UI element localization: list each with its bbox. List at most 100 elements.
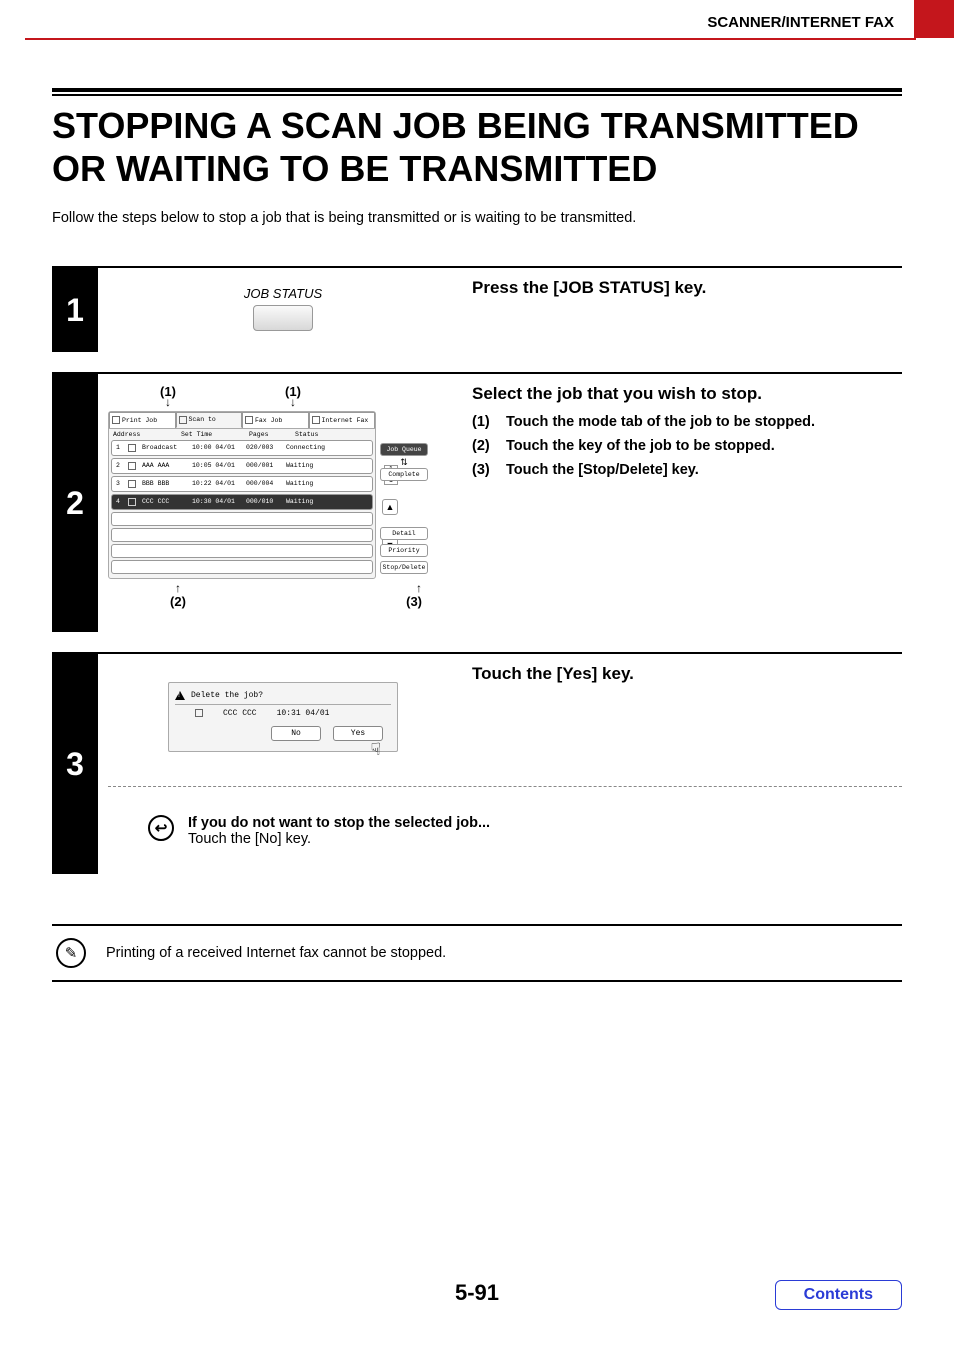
row-status: Waiting [286, 480, 313, 488]
job-row-empty [111, 528, 373, 542]
tab-label: Fax Job [255, 417, 282, 424]
job-row[interactable]: 2 AAA AAA 10:05 04/01 000/001 Waiting [111, 458, 373, 474]
step1-figure: JOB STATUS [108, 278, 458, 342]
substep-text: Touch the [Stop/Delete] key. [506, 462, 699, 478]
mail-icon [195, 709, 203, 717]
row-num: 1 [116, 444, 122, 452]
row-addr: AAA AAA [142, 462, 186, 470]
row-time: 10:30 04/01 [192, 498, 240, 506]
step-number: 2 [52, 374, 98, 632]
col-status: Status [295, 431, 318, 438]
complete-button[interactable]: Complete [380, 468, 428, 481]
job-row-empty [111, 560, 373, 574]
step3-figure: Delete the job? CCC CCC 10:31 04/01 No Y… [108, 664, 458, 762]
substep: (3) Touch the [Stop/Delete] key. [472, 462, 902, 478]
confirm-dialog: Delete the job? CCC CCC 10:31 04/01 No Y… [168, 682, 398, 752]
step1-heading: Press the [JOB STATUS] key. [472, 278, 902, 298]
job-status-key[interactable] [253, 305, 313, 331]
warning-icon [175, 691, 185, 700]
job-row[interactable]: 1 Broadcast 10:00 04/01 020/003 Connecti… [111, 440, 373, 456]
row-pages: 020/003 [246, 444, 280, 452]
step2-figure: (1) ↓ (1) ↓ Print Job Scan to Fax Job [108, 384, 458, 622]
step-number: 1 [52, 268, 98, 352]
tab-print-job[interactable]: Print Job [109, 412, 176, 428]
topic-title: STOPPING A SCAN JOB BEING TRANSMITTED OR… [52, 104, 902, 190]
chapter-title: SCANNER/INTERNET FAX [707, 14, 894, 31]
dialog-time: 10:31 04/01 [277, 709, 330, 718]
note-bold: If you do not want to stop the selected … [188, 815, 490, 831]
substep-text: Touch the mode tab of the job to be stop… [506, 414, 815, 430]
arrow-up-icon: ↑ [108, 585, 248, 592]
globe-icon [312, 416, 320, 424]
arrow-down-icon: ↓ [228, 399, 358, 406]
job-queue-button[interactable]: Job Queue [380, 443, 428, 456]
tab-label: Internet Fax [322, 417, 369, 424]
row-addr: Broadcast [142, 444, 186, 452]
tab-label: Print Job [122, 417, 157, 424]
row-num: 3 [116, 480, 122, 488]
row-addr: CCC CCC [142, 498, 186, 506]
row-status: Connecting [286, 444, 325, 452]
arrow-up-icon: ↑ [248, 585, 422, 592]
row-time: 10:00 04/01 [192, 444, 240, 452]
step-3: 3 Delete the job? CCC CCC 10:31 0 [52, 652, 902, 874]
page-number: 5-91 [455, 1280, 499, 1306]
job-status-panel: Print Job Scan to Fax Job Internet Fax A… [108, 411, 376, 579]
job-row-empty [111, 544, 373, 558]
job-row-selected[interactable]: 4 CCC CCC 10:30 04/01 000/010 Waiting [111, 494, 373, 510]
tab-fax-job[interactable]: Fax Job [242, 412, 309, 428]
accent-bar [914, 0, 954, 38]
detail-button[interactable]: Detail [380, 527, 428, 540]
tab-internet-fax[interactable]: Internet Fax [309, 412, 376, 428]
pointing-hand-icon: ☟ [371, 740, 381, 760]
col-address: Address [113, 431, 169, 438]
topic-intro: Follow the steps below to stop a job tha… [52, 210, 902, 226]
stop-delete-button[interactable]: Stop/Delete [380, 561, 428, 574]
job-row[interactable]: 3 BBB BBB 10:22 04/01 000/004 Waiting [111, 476, 373, 492]
tab-scan-to[interactable]: Scan to [176, 412, 243, 428]
broadcast-icon [128, 444, 136, 452]
no-button[interactable]: No [271, 726, 321, 741]
dialog-job: CCC CCC [223, 709, 257, 718]
header-rule [25, 38, 916, 40]
step-number: 3 [52, 654, 98, 874]
arrow-down-icon: ↓ [108, 399, 228, 406]
mail-icon [128, 462, 136, 470]
step3-note: ↩ If you do not want to stop the selecte… [108, 811, 902, 857]
row-time: 10:05 04/01 [192, 462, 240, 470]
row-pages: 000/010 [246, 498, 280, 506]
row-num: 4 [116, 498, 122, 506]
row-time: 10:22 04/01 [192, 480, 240, 488]
mail-icon [128, 480, 136, 488]
substep-num: (3) [472, 462, 498, 478]
row-num: 2 [116, 462, 122, 470]
printer-icon [112, 416, 120, 424]
info-block: ✎ Printing of a received Internet fax ca… [52, 924, 902, 982]
swap-icon: ⇅ [380, 460, 428, 465]
tab-label: Scan to [189, 416, 216, 423]
substep: (1) Touch the mode tab of the job to be s… [472, 414, 902, 430]
step2-heading: Select the job that you wish to stop. [472, 384, 902, 404]
note-icon: ✎ [56, 938, 86, 968]
step-2: 2 (1) ↓ (1) ↓ Print Job [52, 372, 902, 632]
row-pages: 000/001 [246, 462, 280, 470]
job-status-label: JOB STATUS [108, 286, 458, 301]
step3-heading: Touch the [Yes] key. [472, 664, 902, 684]
step-1: 1 JOB STATUS Press the [JOB STATUS] key. [52, 266, 902, 352]
row-addr: BBB BBB [142, 480, 186, 488]
scanner-icon [179, 416, 187, 424]
substep-text: Touch the key of the job to be stopped. [506, 438, 775, 454]
mail-icon [128, 498, 136, 506]
priority-button[interactable]: Priority [380, 544, 428, 557]
yes-button[interactable]: Yes [333, 726, 383, 741]
substep: (2) Touch the key of the job to be stoppe… [472, 438, 902, 454]
contents-button[interactable]: Contents [775, 1280, 902, 1310]
callout-3: (3) [248, 594, 422, 609]
undo-icon: ↩ [148, 815, 174, 841]
substep-num: (2) [472, 438, 498, 454]
topic-rule [52, 88, 902, 96]
row-status: Waiting [286, 462, 313, 470]
dialog-title: Delete the job? [191, 691, 263, 700]
fax-icon [245, 416, 253, 424]
substep-num: (1) [472, 414, 498, 430]
